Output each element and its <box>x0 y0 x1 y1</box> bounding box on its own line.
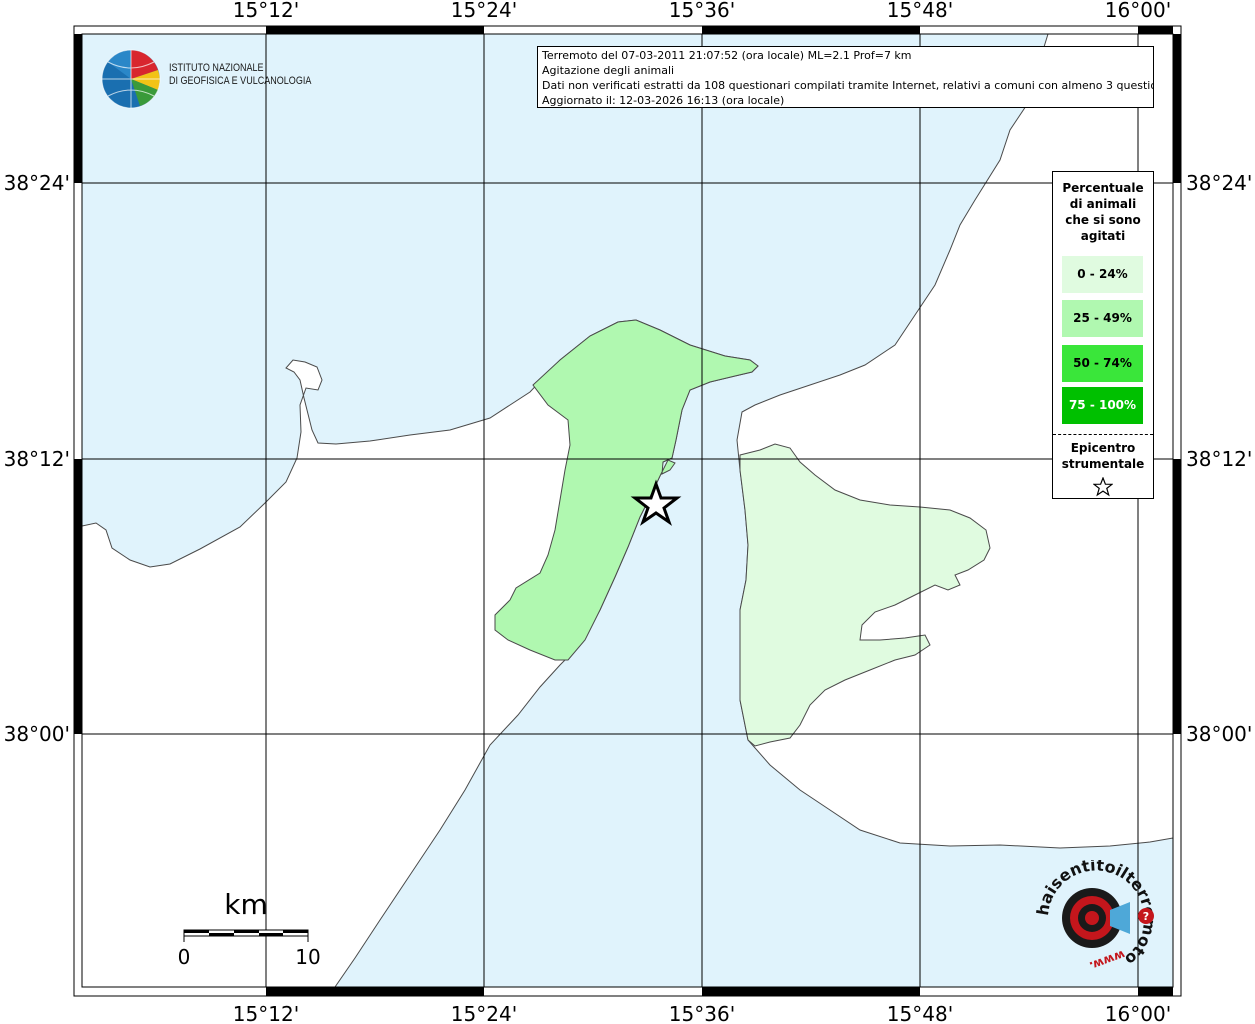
legend-class-50-74: 50 - 74% <box>1062 345 1143 382</box>
tick-right: 38°00' <box>1186 722 1252 746</box>
bottom-tick-labels: 15°12' 15°24' 15°36' 15°48' 16°00' <box>233 1002 1171 1024</box>
event-parameter: Agitazione degli animali <box>542 64 675 77</box>
tick-top: 15°24' <box>451 0 517 22</box>
left-tick-labels: 38°24' 38°12' 38°00' <box>4 171 70 746</box>
tick-right: 38°24' <box>1186 171 1252 195</box>
event-info-box: Terremoto del 07-03-2011 21:07:52 (ora l… <box>537 46 1154 108</box>
top-tick-labels: 15°12' 15°24' 15°36' 15°48' 16°00' <box>233 0 1171 22</box>
map-area <box>82 34 1173 987</box>
tick-left: 38°00' <box>4 722 70 746</box>
scale-unit: km <box>224 888 268 921</box>
tick-top: 15°48' <box>887 0 953 22</box>
legend-title-line: di animali <box>1069 197 1137 211</box>
ingv-logo: ISTITUTO NAZIONALE DI GEOFISICA E VULCAN… <box>100 48 311 110</box>
legend-class-75-100: 75 - 100% <box>1062 387 1143 424</box>
event-title: Terremoto del 07-03-2011 21:07:52 (ora l… <box>542 49 912 62</box>
scale-end: 10 <box>295 945 320 969</box>
tick-left: 38°12' <box>4 447 70 471</box>
ingv-name-line1: ISTITUTO NAZIONALE <box>169 62 264 74</box>
event-updated: Aggiornato il: 12-03-2026 16:13 (ora loc… <box>542 94 785 107</box>
legend-title-line: agitati <box>1080 229 1126 243</box>
legend-title-line: Percentuale <box>1062 181 1144 195</box>
haisentito-logo-prefix: www. <box>1087 947 1127 973</box>
scale-start: 0 <box>178 945 191 969</box>
star-outline-icon <box>1093 477 1113 497</box>
legend-epicentre-line: Epicentro <box>1070 441 1136 455</box>
legend: Percentuale di animali che si sono agita… <box>1052 171 1154 499</box>
legend-title-line: che si sono <box>1065 213 1141 227</box>
legend-title: Percentuale di animali che si sono agita… <box>1053 180 1153 244</box>
haisentito-logo-icon: haisentitoilterremoto.it www. ? <box>1026 845 1159 973</box>
tick-bottom: 15°12' <box>233 1002 299 1024</box>
ingv-globe-icon <box>101 49 161 109</box>
legend-class-25-49: 25 - 49% <box>1062 300 1143 337</box>
tick-bottom: 15°36' <box>669 1002 735 1024</box>
tick-top: 15°36' <box>669 0 735 22</box>
legend-epicentre-label: Epicentro strumentale <box>1053 440 1153 472</box>
tick-left: 38°24' <box>4 171 70 195</box>
ingv-name: ISTITUTO NAZIONALE DI GEOFISICA E VULCAN… <box>169 62 311 88</box>
haisentito-logo: haisentitoilterremoto.it www. ? <box>1026 845 1164 976</box>
legend-separator <box>1053 434 1153 435</box>
tick-bottom: 15°48' <box>887 1002 953 1024</box>
svg-text:?: ? <box>1143 910 1149 923</box>
legend-epicentre-line: strumentale <box>1061 457 1145 471</box>
ingv-name-line2: DI GEOFISICA E VULCANOLOGIA <box>169 75 312 87</box>
event-data-note: Dati non verificati estratti da 108 ques… <box>542 79 1154 92</box>
tick-bottom: 16°00' <box>1105 1002 1171 1024</box>
tick-top: 16°00' <box>1105 0 1171 22</box>
legend-class-0-24: 0 - 24% <box>1062 256 1143 293</box>
tick-top: 15°12' <box>233 0 299 22</box>
tick-right: 38°12' <box>1186 447 1252 471</box>
tick-bottom: 15°24' <box>451 1002 517 1024</box>
right-tick-labels: 38°24' 38°12' 38°00' <box>1186 171 1252 746</box>
